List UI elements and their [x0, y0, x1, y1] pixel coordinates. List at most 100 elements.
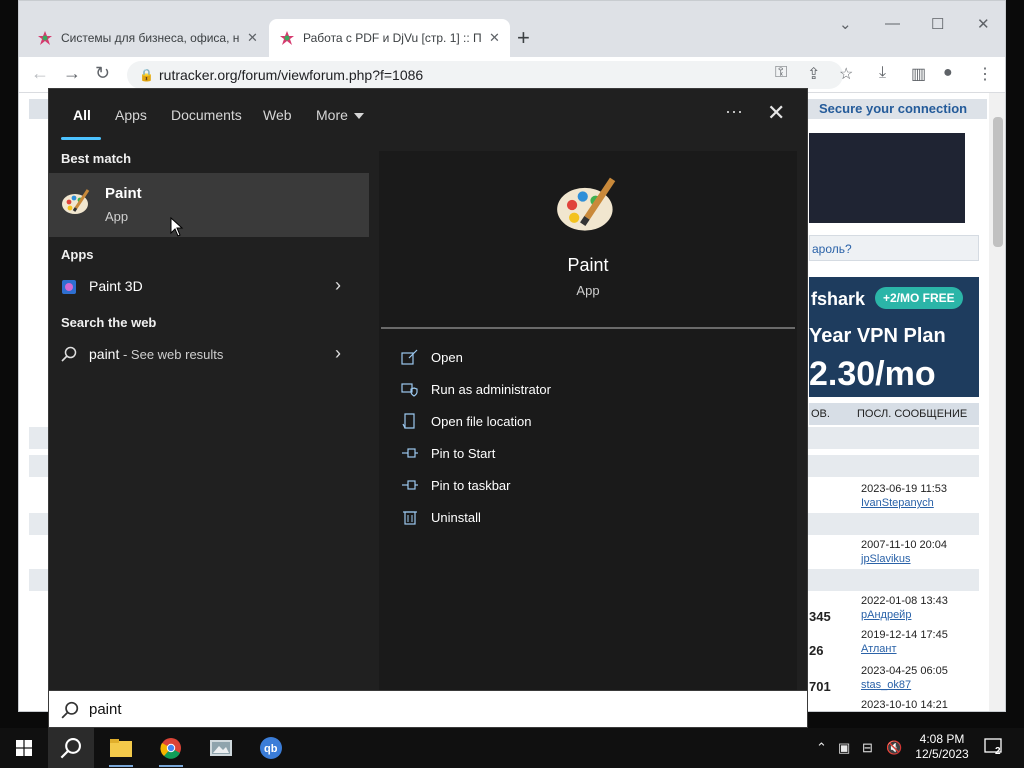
web-query: paint: [89, 346, 120, 362]
volume-muted-icon[interactable]: 🔇: [886, 740, 902, 756]
tray-security-icon[interactable]: ▣: [838, 740, 850, 756]
address-bar[interactable]: 🔒 rutracker.org/forum/viewforum.php?f=10…: [127, 61, 843, 89]
action-open[interactable]: Open: [401, 345, 781, 373]
web-result-item[interactable]: paint - See web results ›: [49, 337, 369, 373]
start-button[interactable]: [0, 728, 46, 768]
running-indicator: [159, 765, 183, 767]
desktop: Системы для бизнеса, офиса, н ✕ Работа с…: [0, 0, 1024, 728]
menu-kebab-icon[interactable]: ⋮: [977, 64, 993, 84]
column-header-last-post: ПОСЛ. СООБЩЕНИЕ: [857, 408, 968, 420]
close-search-button[interactable]: ✕: [767, 100, 785, 126]
bookmark-star-icon[interactable]: ☆: [839, 64, 853, 84]
topic-count: 345: [809, 609, 831, 624]
window-close-button[interactable]: ✕: [977, 15, 990, 33]
chrome-icon: [160, 738, 181, 759]
search-icon: [61, 346, 77, 367]
search-icon: [60, 738, 81, 759]
topic-count: 26: [809, 643, 824, 658]
reload-icon[interactable]: ↻: [95, 63, 110, 84]
post-author-link[interactable]: stas_ok87: [861, 679, 911, 691]
tab-search-icon[interactable]: ⌄: [839, 15, 852, 33]
taskbar-paint-app[interactable]: [198, 728, 244, 768]
browser-tab-1[interactable]: Системы для бизнеса, офиса, н ✕: [27, 19, 268, 57]
divider: [381, 327, 795, 329]
post-author-link[interactable]: IvanStepanych: [861, 497, 934, 509]
back-icon[interactable]: ←: [31, 63, 49, 84]
new-tab-button[interactable]: +: [517, 25, 530, 51]
taskbar: qb ⌃ ▣ ⊟ 🔇 4:08 PM 12/5/2023 2: [0, 728, 1024, 768]
tab-close-icon[interactable]: ✕: [489, 30, 500, 46]
post-date: 2023-04-25 06:05: [861, 665, 948, 677]
folder-location-icon: [401, 412, 421, 432]
network-icon[interactable]: ⊟: [862, 740, 873, 756]
system-clock[interactable]: 4:08 PM 12/5/2023: [914, 732, 970, 762]
running-indicator: [109, 765, 133, 767]
more-options-icon[interactable]: ···: [725, 101, 743, 122]
folder-icon: [110, 739, 132, 757]
filter-more[interactable]: More: [316, 107, 364, 123]
taskbar-qbittorrent[interactable]: qb: [248, 728, 294, 768]
post-date: 2007-11-10 20:04: [861, 539, 948, 551]
chevron-right-icon[interactable]: ›: [335, 343, 341, 364]
chevron-right-icon[interactable]: ›: [335, 275, 341, 296]
web-suffix: - See web results: [119, 347, 224, 362]
taskbar-file-explorer[interactable]: [98, 728, 144, 768]
scroll-thumb[interactable]: [993, 117, 1003, 247]
action-label: Uninstall: [431, 510, 481, 525]
result-preview-pane: Paint App Open Run as administrator Open…: [379, 151, 797, 727]
share-icon[interactable]: ⇪: [807, 64, 820, 84]
active-filter-indicator: [61, 137, 101, 140]
image-viewer-icon: [210, 740, 232, 756]
forgot-password-link[interactable]: ароль?: [812, 242, 852, 256]
column-header: ОВ. ПОСЛ. СООБЩЕНИЕ: [809, 403, 979, 425]
action-label: Pin to taskbar: [431, 478, 511, 493]
side-panel-icon[interactable]: ▥: [911, 64, 926, 84]
page-scrollbar[interactable]: [989, 93, 1005, 711]
profile-icon[interactable]: ●: [943, 64, 953, 82]
minimize-button[interactable]: —: [885, 15, 900, 32]
topic-count: 701: [809, 679, 831, 694]
forward-icon[interactable]: →: [63, 63, 81, 84]
ad-banner[interactable]: [809, 133, 965, 223]
action-label: Open: [431, 350, 463, 365]
search-input[interactable]: paint: [48, 690, 808, 728]
notification-center-icon[interactable]: 2: [984, 738, 1004, 759]
key-icon[interactable]: ⚿: [775, 64, 787, 82]
tray-overflow-chevron-icon[interactable]: ⌃: [816, 740, 827, 756]
taskbar-search-button[interactable]: [48, 728, 94, 768]
taskbar-chrome[interactable]: [148, 728, 194, 768]
filter-all[interactable]: All: [73, 107, 91, 123]
best-match-type: App: [105, 209, 129, 224]
rutracker-favicon-icon: [37, 30, 53, 46]
post-author-link[interactable]: Атлант: [861, 643, 897, 655]
action-run-as-admin[interactable]: Run as administrator: [401, 377, 781, 405]
action-pin-to-taskbar[interactable]: Pin to taskbar: [401, 473, 781, 501]
download-icon[interactable]: ⤓: [879, 64, 886, 82]
paint-app-icon: [61, 187, 91, 222]
vpn-ad[interactable]: fshark +2/MO FREE Year VPN Plan 2.30/mo: [809, 277, 979, 397]
ad-plan: Year VPN Plan: [809, 325, 946, 347]
action-open-file-location[interactable]: Open file location: [401, 409, 781, 437]
search-input-value: paint: [89, 701, 122, 718]
svg-text:qb: qb: [264, 743, 278, 755]
post-author-link[interactable]: jpSlavikus: [861, 553, 911, 565]
filter-documents[interactable]: Documents: [171, 107, 242, 123]
maximize-button[interactable]: ☐: [931, 15, 944, 33]
action-uninstall[interactable]: Uninstall: [401, 505, 781, 533]
post-author-link[interactable]: рАндрейр: [861, 609, 911, 621]
action-label: Pin to Start: [431, 446, 496, 461]
tab-close-icon[interactable]: ✕: [247, 30, 258, 46]
filter-apps[interactable]: Apps: [115, 107, 147, 123]
tab-strip: Системы для бизнеса, офиса, н ✕ Работа с…: [19, 1, 1005, 57]
best-match-item[interactable]: Paint App: [49, 173, 369, 237]
pin-icon: [401, 444, 421, 464]
action-pin-to-start[interactable]: Pin to Start: [401, 441, 781, 469]
filter-web[interactable]: Web: [263, 107, 292, 123]
secure-connection-link[interactable]: Secure your connection: [819, 101, 967, 116]
tab-title: Работа с PDF и DjVu [стр. 1] :: П: [303, 31, 481, 45]
trash-icon: [401, 508, 421, 528]
app-result-paint-3d[interactable]: Paint 3D ›: [49, 269, 369, 305]
browser-tab-2[interactable]: Работа с PDF и DjVu [стр. 1] :: П ✕: [269, 19, 510, 57]
post-date: 2022-01-08 13:43: [861, 595, 948, 607]
clock-time: 4:08 PM: [919, 732, 965, 746]
